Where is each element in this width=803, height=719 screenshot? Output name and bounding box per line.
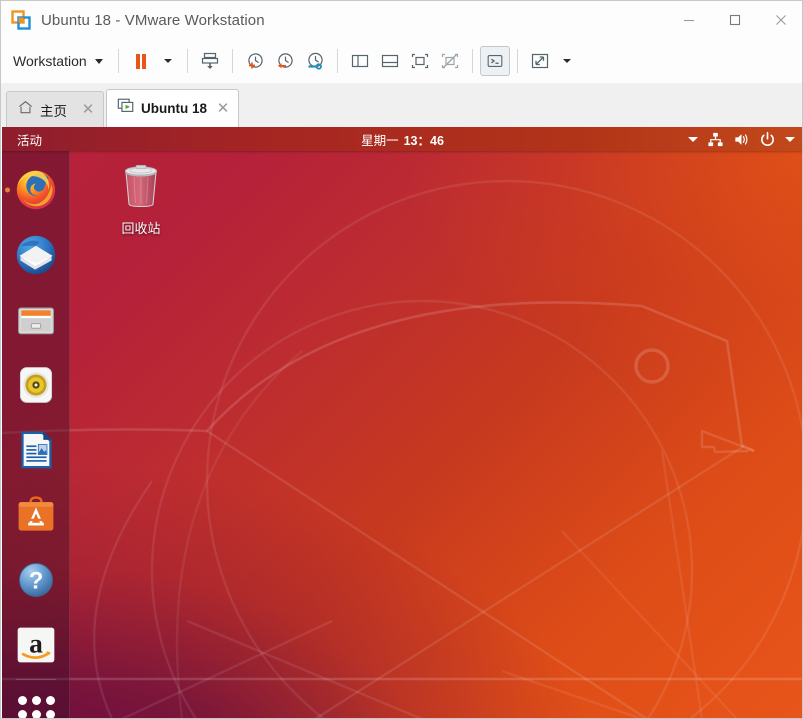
apps-grid-icon	[14, 693, 58, 718]
close-icon	[776, 15, 786, 25]
desktop-icon-trash-label: 回收站	[121, 221, 161, 236]
pause-dropdown-button[interactable]	[156, 46, 180, 76]
clock-day: 星期一	[361, 133, 399, 148]
maximize-icon	[729, 14, 741, 26]
vmware-workstation-icon	[11, 10, 31, 30]
ubuntu-software-icon	[18, 495, 54, 531]
workstation-menu-label: Workstation	[13, 53, 87, 69]
vm-running-icon	[117, 97, 135, 120]
toolbar-separator	[117, 49, 119, 73]
system-menu-dropdown-icon[interactable]	[785, 136, 795, 142]
clock-back-icon	[277, 53, 293, 69]
clock-menu-button[interactable]: 星期一 13：46	[355, 128, 450, 151]
toolbar-separator	[516, 49, 518, 73]
dock-item-help[interactable]: ?	[2, 547, 70, 612]
side-panel-icon	[351, 54, 368, 68]
enter-fullscreen-button[interactable]	[525, 46, 555, 76]
close-button[interactable]	[758, 1, 802, 39]
tab-ubuntu-18-close-icon[interactable]: ✕	[214, 100, 232, 118]
hide-console-view-button[interactable]	[435, 46, 465, 76]
window-title: Ubuntu 18 - VMware Workstation	[41, 11, 265, 29]
tab-ubuntu-18[interactable]: Ubuntu 18 ✕	[106, 89, 239, 127]
show-console-view-button[interactable]	[405, 46, 435, 76]
toolbar-separator	[336, 49, 338, 73]
home-icon	[17, 99, 34, 121]
rhythmbox-icon	[19, 366, 53, 403]
fullscreen-dropdown-button[interactable]	[555, 46, 579, 76]
vmware-workstation-window: Ubuntu 18 - VMware Workstation Workstati…	[0, 0, 803, 719]
chevron-down-icon	[163, 59, 172, 63]
dock-item-show-applications[interactable]	[2, 682, 70, 718]
manage-snapshots-button[interactable]	[195, 46, 225, 76]
fullscreen-icon	[531, 53, 548, 69]
toolbar-separator	[231, 49, 233, 73]
amazon-icon: a	[17, 627, 55, 662]
network-wired-icon[interactable]	[707, 131, 724, 148]
console-view-off-icon	[441, 53, 458, 69]
power-icon[interactable]	[759, 131, 776, 148]
thunderbird-icon	[16, 235, 56, 274]
libreoffice-writer-icon	[21, 431, 52, 468]
help-icon: ?	[19, 562, 53, 597]
main-toolbar: Workstation	[1, 39, 802, 83]
minimize-button[interactable]	[666, 1, 712, 39]
dock-item-ubuntu-software[interactable]	[2, 482, 70, 547]
chevron-down-icon	[562, 59, 571, 63]
favorites-dock: ? a	[2, 151, 70, 718]
send-ctrl-alt-del-button[interactable]	[479, 46, 510, 76]
toolbar-separator	[471, 49, 473, 73]
console-view-icon	[411, 53, 428, 69]
vm-guest-screen[interactable]: 回收站 ? a 活动 星期一 13：46	[2, 127, 802, 718]
tab-bar: 主页 ✕ Ubuntu 18 ✕	[1, 83, 802, 127]
bottom-panel-icon	[381, 54, 398, 68]
pause-icon	[135, 54, 146, 69]
trash-icon	[117, 159, 165, 214]
svg-text:?: ?	[29, 567, 44, 594]
window-titlebar: Ubuntu 18 - VMware Workstation	[1, 1, 802, 39]
tab-ubuntu-18-label: Ubuntu 18	[141, 101, 207, 116]
clock-time: 13：46	[403, 133, 444, 148]
gnome-top-panel: 活动 星期一 13：46	[2, 127, 802, 151]
show-library-button[interactable]	[345, 46, 375, 76]
clock-wrench-icon	[307, 52, 323, 70]
tab-home-label: 主页	[40, 103, 67, 119]
system-tray	[688, 131, 795, 148]
svg-text:a: a	[29, 627, 43, 658]
revert-snapshot-button[interactable]	[270, 46, 300, 76]
clock-dropdown-icon[interactable]	[688, 136, 698, 142]
terminal-icon	[487, 55, 503, 67]
firefox-icon	[16, 170, 56, 209]
files-icon	[18, 307, 54, 334]
toolbar-separator	[186, 49, 188, 73]
dock-item-rhythmbox[interactable]	[2, 352, 70, 417]
dock-item-amazon[interactable]: a	[2, 612, 70, 677]
show-thumbnail-bar-button[interactable]	[375, 46, 405, 76]
dock-item-libreoffice-writer[interactable]	[2, 417, 70, 482]
pause-vm-button[interactable]	[126, 46, 156, 76]
chevron-down-icon	[94, 58, 103, 64]
snapshot-manager-button[interactable]	[300, 46, 330, 76]
dock-item-files[interactable]	[2, 287, 70, 352]
minimize-icon	[684, 19, 694, 22]
speaker-icon[interactable]	[733, 131, 750, 148]
dock-separator	[15, 679, 56, 680]
snapshot-manager-icon	[201, 52, 218, 69]
take-snapshot-button[interactable]	[240, 46, 270, 76]
clock-plus-icon	[247, 53, 263, 69]
workstation-menu-button[interactable]: Workstation	[1, 44, 111, 78]
dock-item-firefox[interactable]	[2, 157, 70, 222]
window-controls	[666, 1, 802, 39]
dock-item-thunderbird[interactable]	[2, 222, 70, 287]
desktop-icon-trash[interactable]: 回收站	[102, 159, 180, 237]
tab-home[interactable]: 主页 ✕	[6, 91, 104, 127]
maximize-button[interactable]	[712, 1, 758, 39]
activities-button[interactable]: 活动	[12, 128, 47, 151]
tab-home-close-icon[interactable]: ✕	[79, 101, 97, 119]
